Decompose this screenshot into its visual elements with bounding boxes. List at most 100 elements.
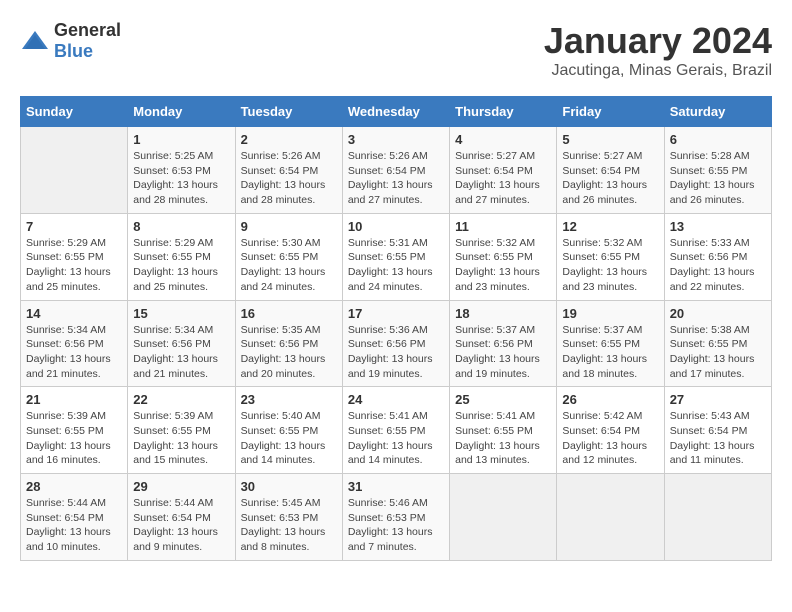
calendar-cell: 15Sunrise: 5:34 AM Sunset: 6:56 PM Dayli… <box>128 300 235 387</box>
day-number: 27 <box>670 392 766 407</box>
day-number: 9 <box>241 219 337 234</box>
logo: General Blue <box>20 20 121 62</box>
calendar-cell: 31Sunrise: 5:46 AM Sunset: 6:53 PM Dayli… <box>342 474 449 561</box>
day-info: Sunrise: 5:34 AM Sunset: 6:56 PM Dayligh… <box>26 323 122 382</box>
calendar-cell <box>557 474 664 561</box>
day-number: 28 <box>26 479 122 494</box>
day-info: Sunrise: 5:28 AM Sunset: 6:55 PM Dayligh… <box>670 149 766 208</box>
day-info: Sunrise: 5:31 AM Sunset: 6:55 PM Dayligh… <box>348 236 444 295</box>
calendar-cell: 8 Sunrise: 5:29 AM Sunset: 6:55 PM Daylig… <box>128 213 235 300</box>
calendar-cell: 12 Sunrise: 5:32 AM Sunset: 6:55 PM Dayli… <box>557 213 664 300</box>
calendar-cell: 27 Sunrise: 5:43 AM Sunset: 6:54 PM Dayli… <box>664 387 771 474</box>
day-info: Sunrise: 5:37 AM Sunset: 6:55 PM Dayligh… <box>562 323 658 382</box>
day-info: Sunrise: 5:27 AM Sunset: 6:54 PM Dayligh… <box>455 149 551 208</box>
day-number: 4 <box>455 132 551 147</box>
calendar-cell: 13Sunrise: 5:33 AM Sunset: 6:56 PM Dayli… <box>664 213 771 300</box>
month-title: January 2024 <box>544 20 772 62</box>
calendar-cell: 4 Sunrise: 5:27 AM Sunset: 6:54 PM Daylig… <box>450 127 557 214</box>
day-number: 19 <box>562 306 658 321</box>
calendar-cell: 18 Sunrise: 5:37 AM Sunset: 6:56 PM Dayli… <box>450 300 557 387</box>
calendar-cell: 28 Sunrise: 5:44 AM Sunset: 6:54 PM Dayli… <box>21 474 128 561</box>
day-info: Sunrise: 5:41 AM Sunset: 6:55 PM Dayligh… <box>348 409 444 468</box>
day-info: Sunrise: 5:30 AM Sunset: 6:55 PM Dayligh… <box>241 236 337 295</box>
calendar-table: SundayMondayTuesdayWednesdayThursdayFrid… <box>20 96 772 561</box>
week-row-5: 28 Sunrise: 5:44 AM Sunset: 6:54 PM Dayli… <box>21 474 772 561</box>
calendar-cell: 3 Sunrise: 5:26 AM Sunset: 6:54 PM Daylig… <box>342 127 449 214</box>
day-info: Sunrise: 5:26 AM Sunset: 6:54 PM Dayligh… <box>348 149 444 208</box>
day-number: 20 <box>670 306 766 321</box>
calendar-cell: 19 Sunrise: 5:37 AM Sunset: 6:55 PM Dayli… <box>557 300 664 387</box>
week-row-3: 14 Sunrise: 5:34 AM Sunset: 6:56 PM Dayli… <box>21 300 772 387</box>
weekday-header-row: SundayMondayTuesdayWednesdayThursdayFrid… <box>21 97 772 127</box>
week-row-1: 1 Sunrise: 5:25 AM Sunset: 6:53 PM Daylig… <box>21 127 772 214</box>
weekday-header-friday: Friday <box>557 97 664 127</box>
day-info: Sunrise: 5:39 AM Sunset: 6:55 PM Dayligh… <box>133 409 229 468</box>
weekday-header-sunday: Sunday <box>21 97 128 127</box>
day-info: Sunrise: 5:37 AM Sunset: 6:56 PM Dayligh… <box>455 323 551 382</box>
calendar-cell: 9 Sunrise: 5:30 AM Sunset: 6:55 PM Daylig… <box>235 213 342 300</box>
day-info: Sunrise: 5:41 AM Sunset: 6:55 PM Dayligh… <box>455 409 551 468</box>
day-number: 30 <box>241 479 337 494</box>
day-number: 29 <box>133 479 229 494</box>
calendar-cell: 2Sunrise: 5:26 AM Sunset: 6:54 PM Daylig… <box>235 127 342 214</box>
day-info: Sunrise: 5:36 AM Sunset: 6:56 PM Dayligh… <box>348 323 444 382</box>
day-info: Sunrise: 5:25 AM Sunset: 6:53 PM Dayligh… <box>133 149 229 208</box>
day-number: 15 <box>133 306 229 321</box>
calendar-cell <box>450 474 557 561</box>
calendar-cell: 11Sunrise: 5:32 AM Sunset: 6:55 PM Dayli… <box>450 213 557 300</box>
day-number: 12 <box>562 219 658 234</box>
calendar-cell: 21 Sunrise: 5:39 AM Sunset: 6:55 PM Dayli… <box>21 387 128 474</box>
calendar-cell <box>664 474 771 561</box>
calendar-cell: 26 Sunrise: 5:42 AM Sunset: 6:54 PM Dayli… <box>557 387 664 474</box>
calendar-cell: 23 Sunrise: 5:40 AM Sunset: 6:55 PM Dayli… <box>235 387 342 474</box>
weekday-header-wednesday: Wednesday <box>342 97 449 127</box>
day-info: Sunrise: 5:44 AM Sunset: 6:54 PM Dayligh… <box>133 496 229 555</box>
day-info: Sunrise: 5:27 AM Sunset: 6:54 PM Dayligh… <box>562 149 658 208</box>
week-row-4: 21 Sunrise: 5:39 AM Sunset: 6:55 PM Dayli… <box>21 387 772 474</box>
calendar-cell: 10 Sunrise: 5:31 AM Sunset: 6:55 PM Dayli… <box>342 213 449 300</box>
page-header: General Blue January 2024 Jacutinga, Min… <box>20 20 772 80</box>
calendar-cell: 29 Sunrise: 5:44 AM Sunset: 6:54 PM Dayli… <box>128 474 235 561</box>
day-info: Sunrise: 5:44 AM Sunset: 6:54 PM Dayligh… <box>26 496 122 555</box>
day-number: 1 <box>133 132 229 147</box>
day-info: Sunrise: 5:42 AM Sunset: 6:54 PM Dayligh… <box>562 409 658 468</box>
day-info: Sunrise: 5:39 AM Sunset: 6:55 PM Dayligh… <box>26 409 122 468</box>
day-info: Sunrise: 5:43 AM Sunset: 6:54 PM Dayligh… <box>670 409 766 468</box>
day-info: Sunrise: 5:32 AM Sunset: 6:55 PM Dayligh… <box>562 236 658 295</box>
logo-general: General <box>54 20 121 40</box>
day-info: Sunrise: 5:29 AM Sunset: 6:55 PM Dayligh… <box>133 236 229 295</box>
location-title: Jacutinga, Minas Gerais, Brazil <box>544 62 772 80</box>
weekday-header-saturday: Saturday <box>664 97 771 127</box>
day-info: Sunrise: 5:35 AM Sunset: 6:56 PM Dayligh… <box>241 323 337 382</box>
day-info: Sunrise: 5:29 AM Sunset: 6:55 PM Dayligh… <box>26 236 122 295</box>
day-number: 2 <box>241 132 337 147</box>
logo-icon <box>20 29 50 53</box>
day-number: 21 <box>26 392 122 407</box>
day-number: 10 <box>348 219 444 234</box>
calendar-cell: 24 Sunrise: 5:41 AM Sunset: 6:55 PM Dayli… <box>342 387 449 474</box>
calendar-cell: 20Sunrise: 5:38 AM Sunset: 6:55 PM Dayli… <box>664 300 771 387</box>
day-info: Sunrise: 5:33 AM Sunset: 6:56 PM Dayligh… <box>670 236 766 295</box>
calendar-cell: 22Sunrise: 5:39 AM Sunset: 6:55 PM Dayli… <box>128 387 235 474</box>
day-number: 25 <box>455 392 551 407</box>
day-info: Sunrise: 5:45 AM Sunset: 6:53 PM Dayligh… <box>241 496 337 555</box>
day-number: 7 <box>26 219 122 234</box>
day-number: 26 <box>562 392 658 407</box>
day-number: 8 <box>133 219 229 234</box>
day-number: 24 <box>348 392 444 407</box>
weekday-header-monday: Monday <box>128 97 235 127</box>
day-info: Sunrise: 5:32 AM Sunset: 6:55 PM Dayligh… <box>455 236 551 295</box>
calendar-cell: 1 Sunrise: 5:25 AM Sunset: 6:53 PM Daylig… <box>128 127 235 214</box>
calendar-cell: 30 Sunrise: 5:45 AM Sunset: 6:53 PM Dayli… <box>235 474 342 561</box>
weekday-header-tuesday: Tuesday <box>235 97 342 127</box>
calendar-cell: 16Sunrise: 5:35 AM Sunset: 6:56 PM Dayli… <box>235 300 342 387</box>
day-number: 3 <box>348 132 444 147</box>
day-number: 14 <box>26 306 122 321</box>
calendar-cell: 6Sunrise: 5:28 AM Sunset: 6:55 PM Daylig… <box>664 127 771 214</box>
title-section: January 2024 Jacutinga, Minas Gerais, Br… <box>544 20 772 80</box>
day-number: 23 <box>241 392 337 407</box>
day-info: Sunrise: 5:40 AM Sunset: 6:55 PM Dayligh… <box>241 409 337 468</box>
calendar-cell: 17Sunrise: 5:36 AM Sunset: 6:56 PM Dayli… <box>342 300 449 387</box>
day-number: 18 <box>455 306 551 321</box>
calendar-cell: 14 Sunrise: 5:34 AM Sunset: 6:56 PM Dayli… <box>21 300 128 387</box>
